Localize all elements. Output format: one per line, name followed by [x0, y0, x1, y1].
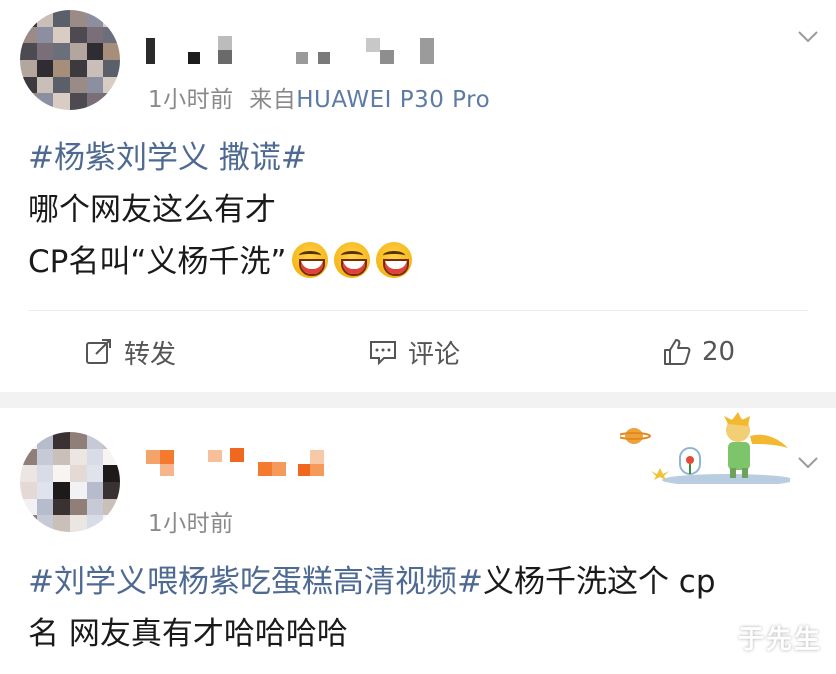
- laughing-emoji-icon: [292, 242, 329, 278]
- like-button[interactable]: 20: [662, 332, 735, 372]
- avatar[interactable]: [20, 10, 120, 110]
- little-prince-sticker: [620, 412, 790, 484]
- post-time: 1小时前: [148, 87, 234, 113]
- post-line: 名 网友真有才哈哈哈哈: [28, 616, 348, 652]
- laughing-emoji-icon: [334, 242, 371, 278]
- repost-button[interactable]: 转发: [84, 332, 176, 372]
- post-separator: [0, 392, 836, 408]
- post-line: 哪个网友这么有才: [28, 192, 276, 228]
- divider: [28, 310, 808, 311]
- chevron-down-icon[interactable]: [796, 450, 820, 474]
- post-meta: 1小时前 来自HUAWEI P30 Pro: [148, 80, 490, 114]
- avatar[interactable]: [20, 432, 120, 532]
- laughing-emoji-icon: [376, 242, 413, 278]
- topic-link[interactable]: #杨紫刘学义 撒谎#: [28, 140, 307, 176]
- repost-label: 转发: [124, 339, 177, 370]
- comment-label: 评论: [408, 339, 461, 370]
- post-meta: 1小时前: [148, 504, 234, 538]
- weibo-post-2: 1小时前 #刘学义喂杨紫吃蛋糕高清视频#义杨千洗这个 cp 名 网友真有才哈哈哈…: [0, 408, 836, 674]
- post-line: 义杨千洗这个 cp: [482, 564, 716, 600]
- post-line: CP名叫“义杨千洗”: [28, 244, 287, 280]
- post-time: 1小时前: [148, 511, 234, 537]
- comment-button[interactable]: 评论: [368, 332, 460, 372]
- like-count: 20: [702, 337, 736, 367]
- thumbs-up-icon: [664, 339, 691, 365]
- repost-icon: [86, 339, 111, 364]
- weibo-post-1: 1小时前 来自HUAWEI P30 Pro #杨紫刘学义 撒谎# 哪个网友这么有…: [0, 0, 836, 392]
- chevron-down-icon[interactable]: [796, 24, 820, 48]
- post-body: #刘学义喂杨紫吃蛋糕高清视频#义杨千洗这个 cp 名 网友真有才哈哈哈哈: [28, 556, 716, 660]
- watermark: 于先生: [737, 625, 822, 655]
- comment-icon: [370, 341, 396, 366]
- username-mosaic[interactable]: [146, 448, 336, 482]
- topic-link[interactable]: #刘学义喂杨紫吃蛋糕高清视频#: [28, 564, 483, 600]
- post-body: #杨紫刘学义 撒谎# 哪个网友这么有才 CP名叫“义杨千洗”: [28, 132, 413, 288]
- source-device-link[interactable]: HUAWEI P30 Pro: [296, 87, 490, 113]
- source-prefix: 来自: [249, 87, 297, 113]
- username-mosaic[interactable]: [146, 36, 466, 70]
